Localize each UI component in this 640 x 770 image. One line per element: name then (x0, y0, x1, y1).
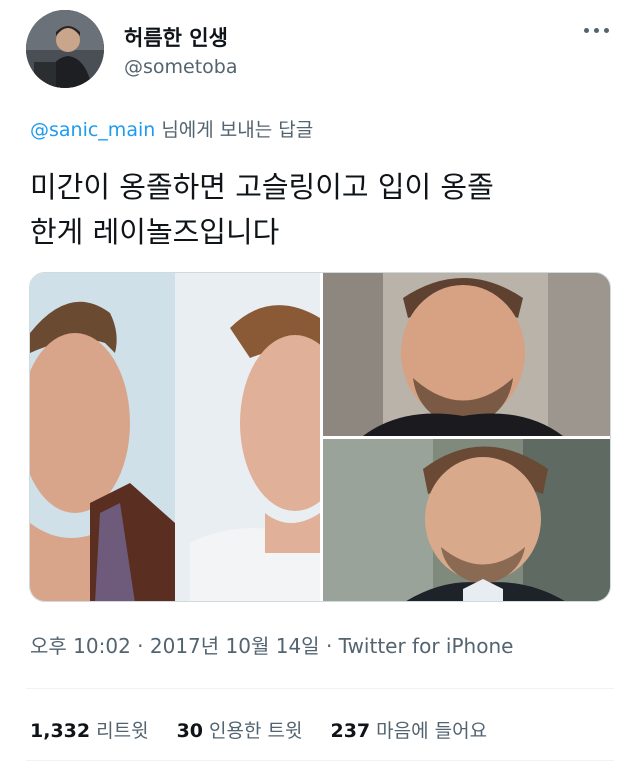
media-photo-2[interactable] (323, 273, 610, 436)
divider (26, 760, 614, 761)
retweets-label: 리트윗 (96, 720, 149, 742)
quote-tweets-stat[interactable]: 30 인용한 트윗 (177, 716, 303, 743)
tweet-text-line: 미간이 옹졸하면 고슬링이고 입이 옹졸 (30, 170, 494, 204)
side-by-side-faces-photo-icon (30, 273, 320, 601)
tweet-text-line: 한게 레이놀즈입니다 (30, 215, 280, 249)
tweet-time[interactable]: 오후 10:02 (30, 634, 131, 658)
smiling-man-portrait-photo-icon (323, 273, 610, 436)
display-name[interactable]: 허름한 인생 (124, 22, 228, 52)
meta-separator: · (319, 634, 339, 658)
user-handle[interactable]: @sometoba (124, 56, 238, 78)
tweet-stats: 1,332 리트윗 30 인용한 트윗 237 마음에 들어요 (30, 716, 487, 743)
avatar-photo-icon (26, 10, 104, 88)
tweet-header: 허름한 인생 @sometoba (26, 10, 616, 90)
man-in-suit-portrait-photo-icon (323, 439, 610, 601)
replying-to: @sanic_main 님에게 보내는 답글 (30, 115, 313, 142)
tweet-metadata: 오후 10:02 · 2017년 10월 14일 · Twitter for i… (30, 630, 513, 659)
quotes-label: 인용한 트윗 (209, 720, 303, 742)
tweet-source-link[interactable]: Twitter for iPhone (339, 634, 514, 658)
reply-mention-link[interactable]: @sanic_main (30, 119, 155, 141)
media-photo-1[interactable] (30, 273, 320, 601)
quotes-count: 30 (176, 720, 204, 742)
media-photo-3[interactable] (323, 439, 610, 601)
tweet-text: 미간이 옹졸하면 고슬링이고 입이 옹졸 한게 레이놀즈입니다 (30, 165, 610, 255)
more-options-icon[interactable] (582, 18, 612, 42)
reply-suffix: 님에게 보내는 답글 (155, 119, 314, 141)
likes-stat[interactable]: 237 마음에 들어요 (330, 716, 487, 743)
user-avatar[interactable] (26, 10, 104, 88)
divider (26, 688, 614, 689)
retweets-count: 1,332 (30, 720, 91, 742)
likes-label: 마음에 들어요 (376, 720, 488, 742)
meta-separator: · (130, 634, 150, 658)
tweet-date[interactable]: 2017년 10월 14일 (150, 634, 320, 658)
tweet-media-grid (29, 272, 611, 602)
retweets-stat[interactable]: 1,332 리트윗 (30, 716, 149, 743)
likes-count: 237 (330, 720, 371, 742)
